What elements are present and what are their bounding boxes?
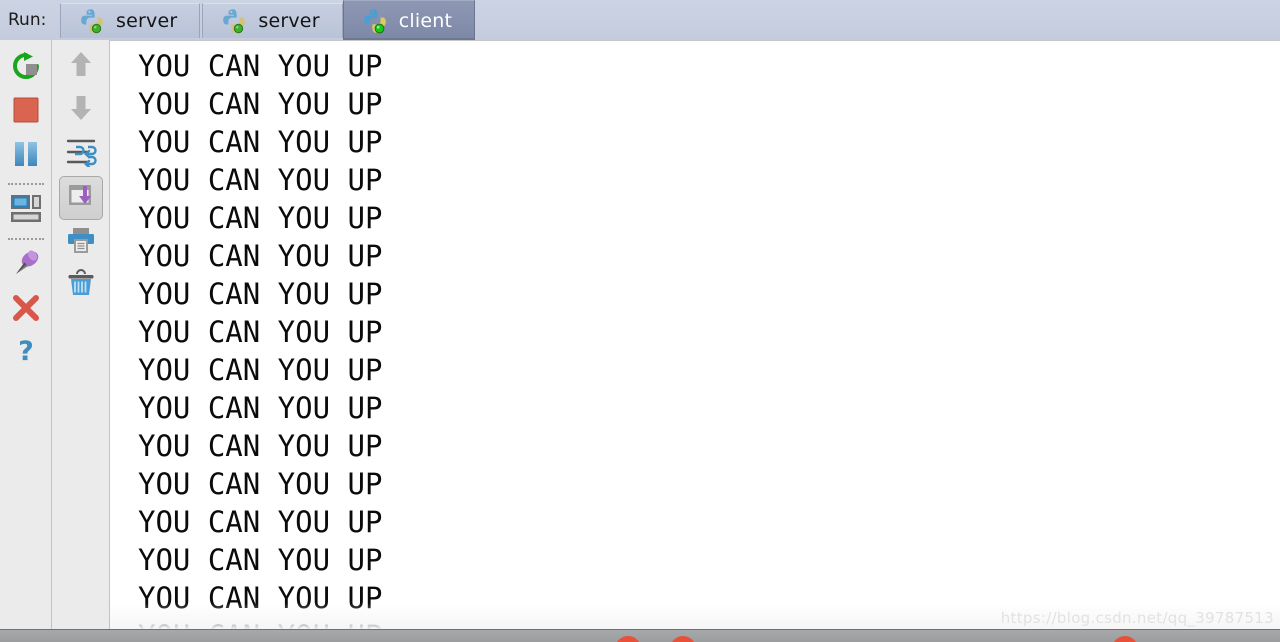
console-line: YOU CAN YOU UP <box>138 543 383 577</box>
console-line: YOU CAN YOU UP <box>138 277 383 311</box>
arrow-up-icon <box>67 49 95 83</box>
tab-client[interactable]: client <box>342 0 476 40</box>
close-red-x-icon <box>11 293 41 327</box>
stop-red-square-icon <box>11 95 41 129</box>
arrow-down-icon <box>67 93 95 127</box>
pause-button[interactable] <box>5 134 47 178</box>
help-question-icon: ? <box>12 336 40 372</box>
soft-wrap-icon <box>65 137 97 171</box>
console-line: YOU CAN YOU UP <box>138 201 383 235</box>
console-line: YOU CAN YOU UP <box>138 391 383 425</box>
scroll-down-button[interactable] <box>60 88 102 132</box>
console-line: YOU CAN YOU UP <box>138 353 383 387</box>
pin-purple-icon <box>10 248 42 284</box>
run-label: Run: <box>0 0 60 40</box>
console-controls-toolbar <box>52 40 110 629</box>
console-line: YOU CAN YOU UP <box>138 429 383 463</box>
tab-server-1[interactable]: server <box>60 3 201 38</box>
rerun-button[interactable] <box>5 46 47 90</box>
dock-icon[interactable] <box>670 636 696 642</box>
svg-text:?: ? <box>18 336 34 367</box>
run-window-body: ? YOU CAN YOU UP YOU CAN YOU UP YOU CAN … <box>0 40 1280 629</box>
console-line: YOU CAN YOU UP <box>138 617 1280 629</box>
console-lines: YOU CAN YOU UP YOU CAN YOU UP YOU CAN YO… <box>110 41 1280 629</box>
console-line: YOU CAN YOU UP <box>138 505 383 539</box>
print-button[interactable] <box>60 220 102 264</box>
console-line: YOU CAN YOU UP <box>138 467 383 501</box>
run-tool-window: Run: server server client ? YOU CAN YOU … <box>0 0 1280 642</box>
console-line: YOU CAN YOU UP <box>138 163 383 197</box>
dock-icon[interactable] <box>615 636 641 642</box>
pin-button[interactable] <box>5 244 47 288</box>
console-line: YOU CAN YOU UP <box>138 581 383 615</box>
console-line: YOU CAN YOU UP <box>138 125 383 159</box>
layout-button[interactable] <box>5 189 47 233</box>
run-tab-bar: Run: server server client <box>0 0 1280 40</box>
rerun-green-arrow-icon <box>10 50 42 86</box>
python-icon <box>362 8 388 34</box>
scroll-up-button[interactable] <box>60 44 102 88</box>
restore-layout-icon <box>10 194 42 228</box>
tab-label: client <box>398 9 453 32</box>
toolbar-separator <box>7 238 44 240</box>
printer-icon <box>66 225 96 259</box>
scroll-to-end-button[interactable] <box>58 176 103 220</box>
trash-can-icon <box>66 269 96 303</box>
python-icon <box>221 8 247 34</box>
soft-wrap-button[interactable] <box>60 132 102 176</box>
tab-label: server <box>116 10 178 32</box>
console-line: YOU CAN YOU UP <box>138 239 383 273</box>
console-output[interactable]: YOU CAN YOU UP YOU CAN YOU UP YOU CAN YO… <box>110 40 1280 629</box>
os-dock-strip[interactable] <box>0 629 1280 642</box>
console-line: YOU CAN YOU UP <box>138 87 383 121</box>
stop-button[interactable] <box>5 90 47 134</box>
tab-label: server <box>258 10 320 32</box>
help-button[interactable]: ? <box>5 332 47 376</box>
scroll-to-end-icon <box>66 181 96 215</box>
dock-icon[interactable] <box>1112 636 1138 642</box>
toolbar-separator <box>7 183 44 185</box>
python-icon <box>79 8 105 34</box>
run-controls-toolbar: ? <box>0 40 52 629</box>
pause-blue-bars-icon <box>11 139 41 173</box>
close-button[interactable] <box>5 288 47 332</box>
console-line: YOU CAN YOU UP <box>138 49 383 83</box>
console-line: YOU CAN YOU UP <box>138 315 383 349</box>
clear-all-button[interactable] <box>60 264 102 308</box>
tab-server-2[interactable]: server <box>202 3 343 38</box>
